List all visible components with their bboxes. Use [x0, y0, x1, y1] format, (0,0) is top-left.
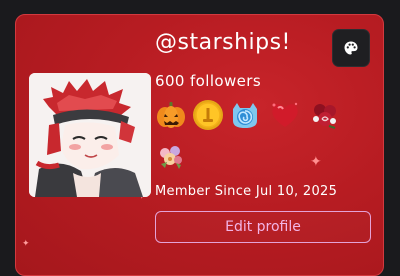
- rose-bouquet-badge[interactable]: [309, 99, 341, 131]
- blue-swirl-badge[interactable]: [229, 99, 261, 131]
- rose-icon: [313, 104, 336, 129]
- follower-count[interactable]: 600 followers: [155, 72, 261, 90]
- avatar-image: [29, 73, 151, 197]
- flower-icon: [160, 146, 182, 169]
- avatar[interactable]: [29, 73, 151, 197]
- pumpkin-badge[interactable]: [155, 99, 187, 131]
- pumpkin-icon: [157, 102, 185, 128]
- edit-profile-button[interactable]: Edit profile: [155, 211, 371, 243]
- username: @starships!: [155, 30, 291, 55]
- sparkle-decoration: ✦: [310, 154, 322, 170]
- gold-coin-icon: [193, 100, 223, 130]
- profile-card: ✦ ✦ ✦ @starships! 600 followers Member S…: [15, 14, 384, 276]
- blue-swirl-icon: [233, 103, 257, 128]
- red-heart-badge[interactable]: [269, 99, 301, 131]
- palette-icon: [344, 41, 358, 55]
- theme-button[interactable]: [332, 29, 370, 67]
- sparkle-decoration: ✦: [22, 239, 30, 249]
- gold-coin-badge[interactable]: [192, 99, 224, 131]
- member-since: Member Since Jul 10, 2025: [155, 184, 338, 199]
- flower-bundle-badge[interactable]: [155, 140, 187, 172]
- heart-icon: [272, 102, 298, 127]
